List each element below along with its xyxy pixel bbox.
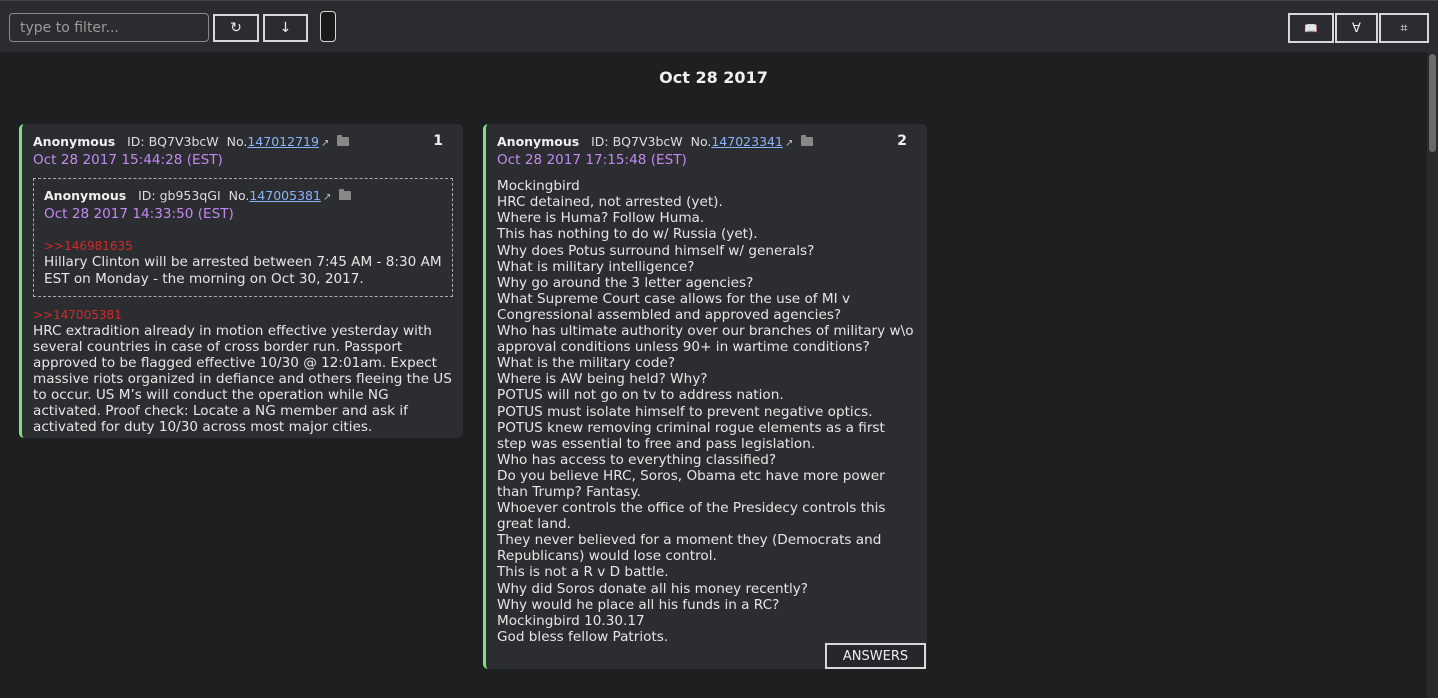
text-line: Mockingbird xyxy=(497,178,580,195)
answers-button[interactable]: ANSWERS xyxy=(825,643,926,669)
grid-button[interactable]: ⌗ xyxy=(1379,13,1429,43)
post-text: HRC extradition already in motion effect… xyxy=(33,322,452,436)
text-line: HRC detained, not arrested (yet). xyxy=(497,194,723,211)
poster-id: ID: BQ7V3bcW xyxy=(127,134,219,149)
filter-input[interactable] xyxy=(9,13,209,42)
book-button[interactable]: 📖 xyxy=(1288,13,1334,43)
refresh-button[interactable]: ↻ xyxy=(213,14,259,42)
text-line: POTUS knew removing criminal rogue eleme… xyxy=(497,419,885,452)
folder-icon[interactable] xyxy=(339,189,352,201)
post-meta: Anonymous ID: BQ7V3bcW No.147023341 ↗ xyxy=(497,134,917,152)
grid-icon: ⌗ xyxy=(1400,20,1408,36)
forall-button[interactable]: ∀ xyxy=(1335,13,1378,43)
post-time: Oct 28 2017 17:15:48 (EST) xyxy=(497,152,687,169)
toolbar: ↻ ↓ 📖 ∀ ⌗ xyxy=(0,0,1438,52)
text-line: What is the military code? xyxy=(497,355,676,372)
quoted-author-name: Anonymous xyxy=(44,188,127,204)
post-link[interactable]: 147012719 xyxy=(247,134,319,149)
author-name: Anonymous xyxy=(33,134,116,149)
text-line: This is not a R v D battle. xyxy=(497,564,669,581)
post-meta: Anonymous ID: BQ7V3bcW No.147012719 ↗ xyxy=(33,134,453,152)
quoted-poster-id: ID: gb953qGI xyxy=(138,188,221,204)
text-line: Where is AW being held? Why? xyxy=(497,371,708,388)
external-link-icon[interactable]: ↗ xyxy=(785,138,793,149)
quoted-reference-link[interactable]: >>146981635 xyxy=(44,238,442,254)
text-line: Who has access to everything classified? xyxy=(497,451,777,468)
date-heading: Oct 28 2017 xyxy=(659,68,768,87)
text-line: This has nothing to do w/ Russia (yet). xyxy=(497,226,758,243)
text-line: POTUS will not go on tv to address natio… xyxy=(497,387,784,404)
scrollbar[interactable] xyxy=(1427,52,1438,698)
refresh-icon: ↻ xyxy=(230,20,242,36)
quoted-meta: Anonymous ID: gb953qGI No.147005381 ↗ xyxy=(44,188,442,206)
text-line: Why would he place all his funds in a RC… xyxy=(497,596,780,613)
quoted-post: Anonymous ID: gb953qGI No.147005381 ↗ Oct… xyxy=(33,178,453,297)
post-text: Mockingbird HRC detained, not arrested (… xyxy=(497,178,917,645)
post-card: 2 Anonymous ID: BQ7V3bcW No.147023341 ↗ O… xyxy=(483,124,927,669)
text-line: Who has ultimate authority over our bran… xyxy=(497,323,914,356)
text-line: Why does Potus surround himself w/ gener… xyxy=(497,242,815,259)
text-line: They never believed for a moment they (D… xyxy=(497,532,882,565)
author-name: Anonymous xyxy=(497,134,580,149)
quoted-time: Oct 28 2017 14:33:50 (EST) xyxy=(44,206,234,223)
external-link-icon[interactable]: ↗ xyxy=(321,138,329,149)
post-number: 1 xyxy=(433,133,443,149)
download-button[interactable]: ↓ xyxy=(263,14,308,42)
download-icon: ↓ xyxy=(279,20,292,36)
text-line: POTUS must isolate himself to prevent ne… xyxy=(497,403,873,420)
text-line: Why go around the 3 letter agencies? xyxy=(497,274,754,291)
external-link-icon[interactable]: ↗ xyxy=(323,192,331,203)
post-no-prefix: No. xyxy=(226,134,248,149)
post-link[interactable]: 147023341 xyxy=(711,134,783,149)
reference-link[interactable]: >>147005381 xyxy=(33,307,453,323)
folder-icon[interactable] xyxy=(337,135,350,146)
toggle-switch[interactable] xyxy=(320,11,336,42)
post-number: 2 xyxy=(897,133,907,149)
folder-icon[interactable] xyxy=(801,135,814,146)
text-line: Where is Huma? Follow Huma. xyxy=(497,210,705,227)
text-line: What is military intelligence? xyxy=(497,258,695,275)
text-line: Why did Soros donate all his money recen… xyxy=(497,580,809,597)
text-line: Mockingbird 10.30.17 xyxy=(497,612,645,629)
post-card: 1 Anonymous ID: BQ7V3bcW No.147012719 ↗ O… xyxy=(19,124,463,438)
text-line: What Supreme Court case allows for the u… xyxy=(497,290,850,323)
forall-icon: ∀ xyxy=(1352,20,1361,36)
text-line: Whoever controls the office of the Presi… xyxy=(497,500,886,533)
text-line: Do you believe HRC, Soros, Obama etc hav… xyxy=(497,467,885,500)
quoted-text: Hillary Clinton will be arrested between… xyxy=(44,254,442,287)
scrollbar-thumb[interactable] xyxy=(1429,54,1436,152)
post-no-prefix: No. xyxy=(690,134,712,149)
quoted-post-link[interactable]: 147005381 xyxy=(249,188,321,203)
poster-id: ID: BQ7V3bcW xyxy=(591,134,683,149)
quoted-no-prefix: No. xyxy=(228,188,250,204)
book-icon: 📖 xyxy=(1304,21,1318,35)
post-time: Oct 28 2017 15:44:28 (EST) xyxy=(33,152,223,169)
